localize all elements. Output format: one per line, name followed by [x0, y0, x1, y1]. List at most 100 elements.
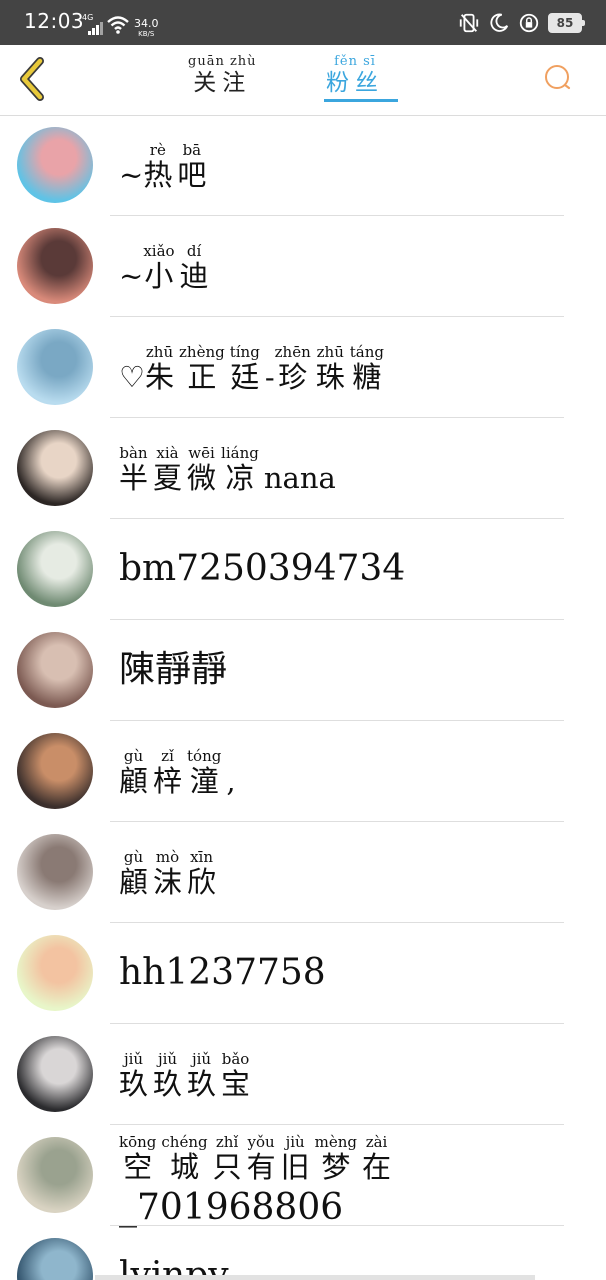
hanzi-character: 在 — [362, 1150, 392, 1184]
vibrate-mute-icon — [459, 13, 479, 33]
follower-row[interactable]: hh1237758 — [0, 923, 606, 1024]
name-character: gù 顧 — [119, 850, 149, 900]
pinyin-annotation: liáng — [221, 444, 259, 462]
name-character: gù 顧 — [119, 749, 149, 799]
search-icon[interactable] — [544, 64, 572, 92]
hanzi-character: 玖 — [119, 1067, 149, 1101]
name-character: tóng 潼 — [187, 749, 221, 799]
follower-name: gù 顧 zǐ 梓 tóng 潼, — [119, 747, 236, 799]
follower-name: 陳靜靜 — [119, 650, 227, 690]
avatar[interactable] — [17, 1238, 93, 1280]
hanzi-character: 热 — [143, 158, 173, 192]
follower-row[interactable]: kōng 空 chéng 城 zhǐ 只 yǒu 有 jiù 旧 mèng 梦 zài 在 _7019688… — [0, 1125, 606, 1228]
name-character: jiǔ 玖 — [119, 1052, 149, 1102]
signal-icon — [88, 21, 103, 35]
name-character: bǎo 宝 — [221, 1050, 250, 1102]
pinyin-annotation: zhū — [145, 343, 174, 361]
hanzi-character: 只 — [212, 1150, 242, 1184]
follower-row[interactable]: ♡ zhū 朱 zhèng 正 tíng 廷 - zhēn 珍 zhū 珠 táng 糖 — [0, 317, 606, 418]
pinyin-annotation: táng — [349, 343, 384, 361]
name-character: xiǎo 小 — [143, 244, 174, 294]
battery-level: 85 — [556, 16, 574, 30]
wifi-icon — [107, 16, 129, 34]
follower-row[interactable]: jiǔ 玖 jiǔ 玖 jiǔ 玖 bǎo 宝 — [0, 1024, 606, 1125]
follower-row[interactable]: lyjnpy — [0, 1226, 606, 1280]
name-character: wēi 微 — [187, 444, 216, 496]
pinyin-annotation: zǐ — [161, 747, 174, 765]
name-text: 陳靜靜 — [119, 649, 228, 690]
name-character: tíng 廷 — [230, 345, 260, 395]
name-text: , — [226, 764, 236, 798]
pinyin-annotation: chéng — [161, 1133, 208, 1151]
status-time: 12:03 — [24, 9, 85, 33]
hanzi-character: 珍 — [278, 360, 308, 394]
name-character: xià 夏 — [153, 444, 182, 496]
follower-row[interactable]: ~ xiǎo 小 dí 迪 — [0, 216, 606, 317]
avatar[interactable] — [17, 733, 93, 809]
hanzi-character: 梓 — [153, 764, 183, 798]
follower-list: ~ rè 热 bā 吧 ~ xiǎo 小 dí 迪 ♡ zhū 朱 zhèng 正 tíng 廷 - zhēn 珍 zh… — [0, 115, 606, 1280]
tab-fans[interactable]: fěn sī 粉丝 — [326, 55, 384, 97]
hanzi-character: 顧 — [119, 764, 149, 798]
pinyin-annotation: xīn — [190, 848, 213, 866]
hanzi-character: 沫 — [153, 865, 183, 899]
avatar[interactable] — [17, 834, 93, 910]
status-icons: 85 — [458, 11, 585, 35]
avatar[interactable] — [17, 632, 93, 708]
hanzi-character: 顧 — [119, 865, 149, 899]
name-character: rè 热 — [143, 143, 173, 193]
avatar[interactable] — [17, 228, 93, 304]
name-character: zhū 朱 — [145, 343, 174, 395]
name-character: zhēn 珍 — [274, 343, 311, 395]
name-character: jiǔ 玖 — [153, 1052, 182, 1102]
follower-name: kōng 空 chéng 城 zhǐ 只 yǒu 有 jiù 旧 mèng 梦 zài 在 — [119, 1133, 396, 1185]
name-character: jiù 旧 — [281, 1133, 310, 1185]
hanzi-character: 有 — [246, 1150, 276, 1184]
pinyin-annotation: wēi — [188, 444, 215, 462]
pinyin-annotation: yǒu — [247, 1133, 275, 1151]
pinyin-annotation: bā — [182, 141, 202, 159]
follower-row[interactable]: gù 顧 zǐ 梓 tóng 潼, — [0, 721, 606, 822]
follower-row[interactable]: ~ rè 热 bā 吧 — [0, 115, 606, 216]
pinyin-annotation: kōng — [119, 1133, 157, 1151]
pinyin-annotation: jiǔ — [191, 1050, 212, 1068]
avatar[interactable] — [17, 531, 93, 607]
follower-row[interactable]: 陳靜靜 — [0, 620, 606, 721]
hanzi-character: 吧 — [177, 158, 207, 192]
avatar[interactable] — [17, 329, 93, 405]
pinyin-annotation: zhǐ — [215, 1133, 239, 1151]
name-character: zǐ 梓 — [153, 747, 183, 799]
follower-name: ~ rè 热 bā 吧 — [119, 141, 211, 193]
pinyin-annotation: xià — [156, 444, 179, 462]
avatar[interactable] — [17, 1036, 93, 1112]
battery-icon: 85 — [548, 13, 585, 33]
avatar[interactable] — [17, 127, 93, 203]
avatar[interactable] — [17, 935, 93, 1011]
name-character: zhǐ 只 — [212, 1133, 242, 1185]
name-character: zài 在 — [362, 1133, 392, 1185]
pinyin-annotation: jiù — [285, 1133, 305, 1151]
pinyin-annotation: bàn — [119, 444, 148, 462]
follower-row[interactable]: bàn 半 xià 夏 wēi 微 liáng 凉 nana — [0, 418, 606, 519]
back-arrow-icon[interactable] — [14, 55, 50, 103]
tab-follow[interactable]: guān zhù 关注 — [188, 55, 257, 97]
name-text: bm7250394734 — [119, 548, 406, 589]
hanzi-character: 潼 — [189, 764, 219, 798]
status-bar: 12:03 4G 34.0 KB/S 85 — [0, 0, 606, 45]
pinyin-annotation: bǎo — [221, 1050, 250, 1068]
name-character: mò 沫 — [153, 850, 183, 900]
pinyin-annotation: zhēn — [274, 343, 311, 361]
follower-row[interactable]: gù 顧 mò 沫 xīn 欣 — [0, 822, 606, 923]
avatar[interactable] — [17, 430, 93, 506]
follower-row[interactable]: bm7250394734 — [0, 519, 606, 620]
follower-name: bm7250394734 — [119, 549, 405, 589]
hanzi-character: 欣 — [187, 865, 217, 899]
avatar[interactable] — [17, 1137, 93, 1213]
hanzi-character: 廷 — [230, 360, 260, 394]
pinyin-annotation: mèng — [314, 1133, 358, 1151]
pinyin-annotation: zài — [365, 1133, 388, 1151]
pinyin-annotation: zhèng — [179, 343, 225, 361]
hanzi-character: 珠 — [315, 360, 345, 394]
name-character: yǒu 有 — [246, 1133, 276, 1185]
network-speed: 34.0 KB/S — [134, 18, 159, 39]
